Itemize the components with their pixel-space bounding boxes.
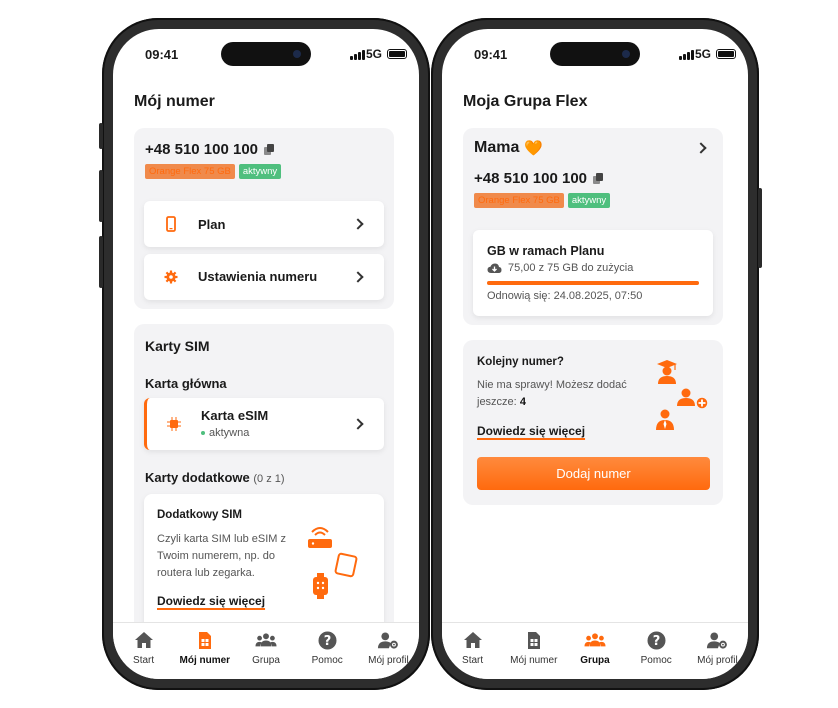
phone-icon (166, 216, 176, 232)
gear-icon (164, 270, 178, 283)
copy-icon[interactable] (593, 173, 604, 184)
network-type: 5G (694, 47, 711, 61)
sim-cards-section: Karty SIM Karta główna Karta eSIM aktywn… (134, 324, 394, 644)
extra-cards-count: (0 z 1) (253, 473, 285, 485)
devices-illustration-icon (308, 527, 358, 599)
data-progress-fill (487, 281, 699, 285)
chevron-right-icon (352, 271, 364, 283)
status-bar: 09:41 5G (113, 29, 419, 69)
dynamic-island (221, 42, 311, 66)
chevron-right-icon (352, 218, 364, 230)
plan-badge: Orange Flex 75 GB (474, 193, 564, 208)
phone-my-number: 09:41 5G Mój numer +48 510 100 100 Orang… (99, 18, 430, 690)
extra-cards-title: Karty dodatkowe (0 z 1) (145, 470, 285, 485)
svg-text:?: ? (652, 634, 660, 649)
extra-card-title: Dodatkowy SIM (157, 509, 242, 521)
screen-my-number: 09:41 5G Mój numer +48 510 100 100 Orang… (113, 29, 419, 679)
phone-number: +48 510 100 100 (474, 170, 610, 187)
menu-item-label: Plan (198, 216, 226, 232)
add-number-button[interactable]: Dodaj numer (477, 457, 710, 490)
esim-card[interactable]: Karta eSIM aktywna (144, 398, 384, 450)
esim-status: aktywna (209, 427, 250, 439)
tab-my-number[interactable]: Mój numer (174, 623, 235, 679)
chevron-right-icon (352, 418, 364, 430)
dynamic-island (550, 42, 640, 66)
member-card[interactable]: Mama 🧡 +48 510 100 100 Orange Flex 75 GB… (463, 128, 723, 325)
tab-my-number[interactable]: Mój numer (503, 623, 564, 679)
status-time: 09:41 (145, 47, 179, 62)
tab-group[interactable]: Grupa (235, 623, 296, 679)
tab-profile[interactable]: Mój profil (358, 623, 419, 679)
member-name: Mama (474, 139, 520, 156)
tab-group[interactable]: Grupa (564, 623, 625, 679)
tab-profile[interactable]: Mój profil (687, 623, 748, 679)
menu-item-plan[interactable]: Plan (144, 201, 384, 247)
phone-flex-group: 09:41 5G Moja Grupa Flex Mama 🧡 +48 510 … (431, 18, 762, 690)
help-icon: ? (645, 630, 667, 650)
group-icon (255, 630, 277, 650)
tab-bar: Start Mój numer Grupa ? Pomoc Mój profil (113, 622, 419, 679)
renewal-date: Odnowią się: 24.08.2025, 07:50 (487, 290, 643, 302)
stage: 09:41 5G Mój numer +48 510 100 100 Orang… (0, 0, 838, 708)
tab-bar: Start Mój numer Grupa ? Pomoc Mój profil (442, 622, 748, 679)
chevron-right-icon (695, 142, 707, 154)
extra-card-desc: Czyli karta SIM lub eSIM z Twoim numerem… (157, 533, 286, 579)
help-icon: ? (316, 630, 338, 650)
sim-card-icon (523, 630, 545, 650)
data-progress-bar (487, 281, 699, 285)
esim-label: Karta eSIM (201, 408, 269, 423)
page-title: Moja Grupa Flex (463, 93, 588, 110)
page-title: Mój numer (134, 93, 215, 110)
group-icon (584, 630, 606, 650)
copy-icon[interactable] (264, 144, 275, 155)
status-badge: aktywny (238, 164, 282, 179)
status-dot (201, 431, 205, 435)
home-icon (462, 630, 484, 650)
main-card-title: Karta główna (145, 376, 227, 391)
signal-icon (679, 50, 694, 60)
learn-more-link[interactable]: Dowiedz się więcej (477, 424, 585, 438)
tab-help[interactable]: ? Pomoc (626, 623, 687, 679)
status-time: 09:41 (474, 47, 508, 62)
data-title: GB w ramach Planu (487, 244, 605, 258)
tab-start[interactable]: Start (113, 623, 174, 679)
learn-more-link[interactable]: Dowiedz się więcej (157, 594, 265, 608)
number-card: +48 510 100 100 Orange Flex 75 GB aktywn… (134, 128, 394, 309)
next-desc: Nie ma sprawy! Możesz dodać jeszcze: 4 (477, 379, 627, 408)
battery-icon (387, 49, 407, 59)
chip-icon (167, 417, 181, 431)
cloud-download-icon (487, 263, 502, 273)
screen-flex-group: 09:41 5G Moja Grupa Flex Mama 🧡 +48 510 … (442, 29, 748, 679)
tab-start[interactable]: Start (442, 623, 503, 679)
network-type: 5G (365, 47, 382, 61)
tab-help[interactable]: ? Pomoc (297, 623, 358, 679)
profile-settings-icon (377, 630, 399, 650)
next-title: Kolejny numer? (477, 356, 564, 368)
svg-text:?: ? (323, 634, 331, 649)
status-bar: 09:41 5G (442, 29, 748, 69)
people-illustration-icon (656, 360, 709, 430)
data-usage-card: GB w ramach Planu 75,00 z 75 GB do zużyc… (473, 230, 713, 316)
sim-card-icon (194, 630, 216, 650)
home-icon (133, 630, 155, 650)
next-count: 4 (519, 396, 526, 408)
profile-settings-icon (706, 630, 728, 650)
menu-item-label: Ustawienia numeru (198, 269, 318, 284)
data-usage: 75,00 z 75 GB do zużycia (508, 262, 634, 274)
menu-item-number-settings[interactable]: Ustawienia numeru (144, 254, 384, 300)
plan-badge: Orange Flex 75 GB (145, 164, 235, 179)
signal-icon (350, 50, 365, 60)
section-title: Karty SIM (145, 338, 210, 354)
phone-number: +48 510 100 100 (145, 141, 281, 158)
status-badge: aktywny (567, 193, 611, 208)
battery-icon (716, 49, 736, 59)
next-number-card: Kolejny numer? Nie ma sprawy! Możesz dod… (463, 340, 723, 505)
heart-icon: 🧡 (524, 140, 544, 157)
